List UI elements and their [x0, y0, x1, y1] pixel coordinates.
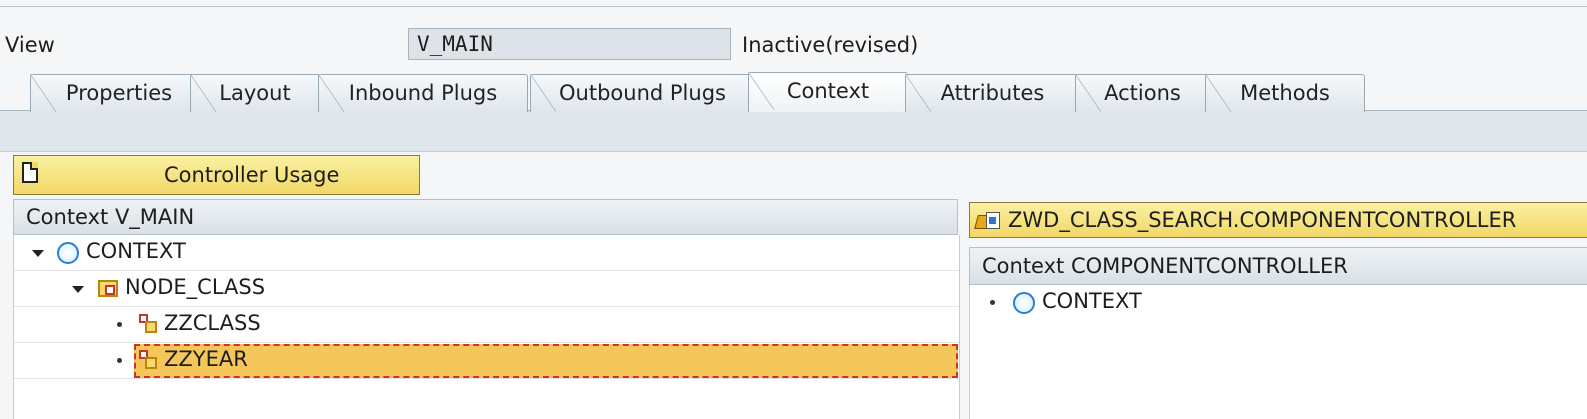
expand-arrow-icon[interactable] — [32, 250, 44, 257]
tree-row-context[interactable]: CONTEXT — [970, 285, 1587, 321]
right-context-header: Context COMPONENTCONTROLLER — [969, 247, 1587, 285]
tree-label: CONTEXT — [86, 239, 186, 263]
view-label: View — [5, 33, 55, 57]
tree-label: ZZCLASS — [164, 311, 261, 335]
tree-row-zzyear[interactable]: ZZYEAR — [14, 343, 959, 379]
tree-row-context[interactable]: CONTEXT — [14, 235, 959, 271]
tab-strip: Properties Layout Inbound Plugs Outbound… — [0, 70, 1587, 112]
tab-actions[interactable]: Actions — [1075, 74, 1210, 112]
context-circle-icon — [57, 242, 79, 264]
tab-layout[interactable]: Layout — [190, 74, 320, 112]
selection-highlight — [134, 344, 958, 378]
tree-row-zzclass[interactable]: ZZCLASS — [14, 307, 959, 343]
controller-usage-label: Controller Usage — [164, 163, 340, 187]
tree-label: ZZYEAR — [164, 347, 248, 371]
leaf-bullet-icon — [117, 322, 122, 327]
context-node-icon — [98, 280, 118, 297]
right-context-tree: CONTEXT — [969, 285, 1587, 419]
controller-usage-button[interactable]: Controller Usage — [13, 155, 420, 195]
tab-outbound-plugs[interactable]: Outbound Plugs — [530, 74, 755, 112]
expand-arrow-icon[interactable] — [72, 286, 84, 293]
document-icon — [22, 162, 38, 183]
tab-methods[interactable]: Methods — [1205, 74, 1365, 112]
tree-row-node-class[interactable]: NODE_CLASS — [14, 271, 959, 307]
left-context-header: Context V_MAIN — [13, 199, 958, 235]
left-context-tree: CONTEXT NODE_CLASS ZZCLASS ZZYEAR — [13, 235, 960, 419]
top-divider — [0, 6, 1587, 7]
context-attribute-icon — [139, 314, 157, 334]
leaf-bullet-icon — [990, 300, 995, 305]
tab-attributes[interactable]: Attributes — [905, 74, 1080, 112]
component-controller-icon — [974, 209, 1002, 231]
tree-label: CONTEXT — [1042, 289, 1142, 313]
tab-context[interactable]: Context — [748, 72, 908, 112]
tab-inbound-plugs[interactable]: Inbound Plugs — [318, 74, 528, 112]
context-attribute-icon — [139, 350, 157, 370]
component-controller-button[interactable]: ZWD_CLASS_SEARCH.COMPONENTCONTROLLER — [969, 202, 1587, 238]
view-status: Inactive(revised) — [742, 33, 919, 57]
tab-content-band — [0, 110, 1587, 152]
view-name-field[interactable]: V_MAIN — [408, 28, 731, 60]
tree-label: NODE_CLASS — [125, 275, 266, 299]
tab-properties[interactable]: Properties — [30, 74, 208, 112]
leaf-bullet-icon — [117, 358, 122, 363]
context-circle-icon — [1013, 292, 1035, 314]
